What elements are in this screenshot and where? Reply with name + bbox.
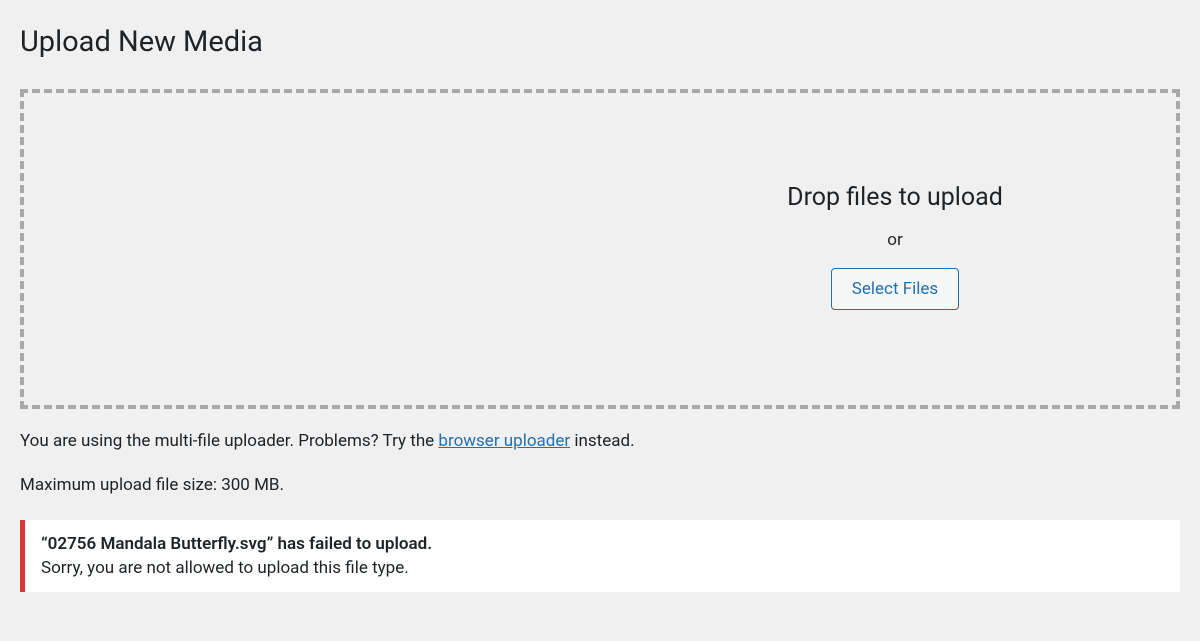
info-suffix: instead. [570,431,634,451]
browser-uploader-link[interactable]: browser uploader [438,431,570,451]
upload-error-notice: “02756 Mandala Butterfly.svg” has failed… [20,520,1180,592]
drop-zone-content: Drop files to upload or Select Files [787,183,1003,310]
or-separator-text: or [787,230,1003,250]
page-title: Upload New Media [20,20,1180,59]
max-upload-size-text: Maximum upload file size: 300 MB. [20,475,1180,495]
uploader-info-text: You are using the multi-file uploader. P… [20,429,1180,455]
drop-instruction-text: Drop files to upload [787,183,1003,212]
error-filename-text: “02756 Mandala Butterfly.svg” has failed… [41,534,1164,554]
upload-drop-zone[interactable]: Drop files to upload or Select Files [20,89,1180,409]
info-prefix: You are using the multi-file uploader. P… [20,431,438,451]
select-files-button[interactable]: Select Files [831,268,959,310]
error-message-text: Sorry, you are not allowed to upload thi… [41,558,1164,578]
